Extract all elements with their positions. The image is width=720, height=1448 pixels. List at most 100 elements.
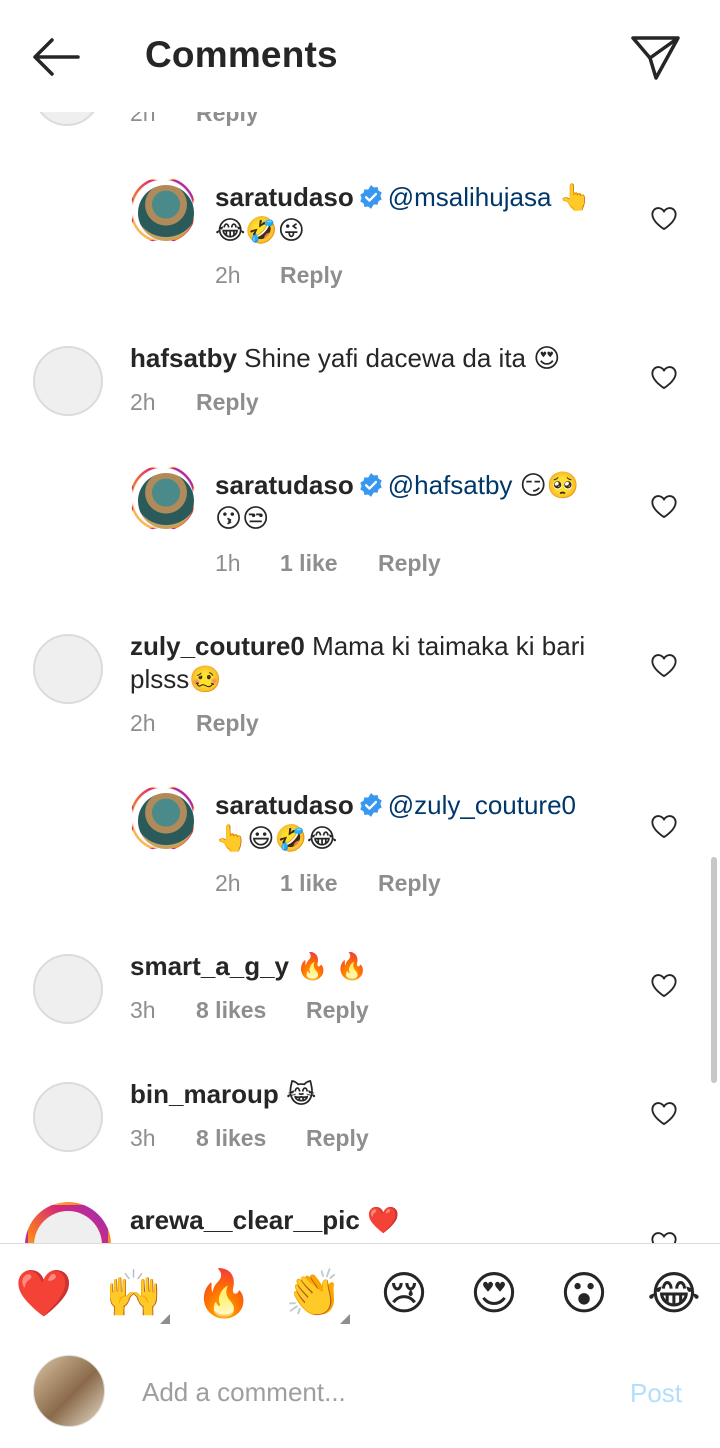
heart-outline-icon[interactable]: [650, 813, 678, 839]
emoji-laughing-button[interactable]: 😂: [644, 1266, 704, 1320]
avatar[interactable]: [33, 346, 103, 416]
comment-text: Shine yafi dacewa da ita 😍: [244, 343, 561, 373]
reply-button[interactable]: Reply: [378, 550, 441, 577]
top-bar: Comments: [0, 0, 720, 112]
comment-time: 2h: [215, 262, 241, 288]
comment-body: smart_a_g_y 🔥 🔥: [130, 950, 630, 983]
likes-count[interactable]: 1 like: [280, 550, 338, 577]
avatar[interactable]: [33, 634, 103, 704]
comment-username[interactable]: saratudaso: [215, 470, 354, 500]
comments-list[interactable]: 2h Reply saratudaso @msalihujasa 👆 😂🤣😜 2h…: [0, 0, 720, 1243]
comment-time: 3h: [130, 997, 156, 1023]
scrollbar[interactable]: [711, 857, 717, 1083]
comment-username[interactable]: hafsatby: [130, 343, 237, 373]
comment-username[interactable]: saratudaso: [215, 182, 354, 212]
mention-link[interactable]: @msalihujasa: [388, 182, 552, 212]
back-arrow-icon[interactable]: [28, 34, 84, 80]
reply-button[interactable]: Reply: [196, 710, 259, 737]
emoji-heart-button[interactable]: ❤️: [14, 1266, 74, 1320]
comment-text: Mama ki taimaka ki bari: [312, 631, 586, 661]
comment-body: saratudaso @hafsatby 😏🥺 😗😒: [215, 469, 625, 535]
comment-text: 😏🥺: [519, 470, 580, 500]
comment-time: 3h: [130, 1125, 156, 1151]
avatar[interactable]: [25, 1202, 111, 1243]
comment-time: 2h: [130, 389, 156, 415]
comment-username[interactable]: bin_maroup: [130, 1079, 279, 1109]
comment-username[interactable]: smart_a_g_y: [130, 951, 289, 981]
comment-composer: Post: [0, 1340, 720, 1448]
comment-body: arewa__clear__pic ❤️: [130, 1204, 630, 1237]
comment-meta: 2h Reply: [130, 389, 530, 419]
comment-username[interactable]: zuly_couture0: [130, 631, 305, 661]
comment-text: 😹: [286, 1079, 317, 1109]
avatar[interactable]: [130, 785, 196, 851]
comment-input[interactable]: [140, 1368, 594, 1416]
comment-text-line2: 😂🤣😜: [215, 215, 305, 245]
comment-time: 2h: [130, 710, 156, 736]
current-user-avatar: [33, 1355, 105, 1427]
likes-count[interactable]: 1 like: [280, 870, 338, 897]
avatar[interactable]: [130, 177, 196, 243]
mention-link[interactable]: @zuly_couture0: [388, 790, 576, 820]
comment-meta: 3h 8 likes Reply: [130, 1125, 530, 1155]
skin-tone-indicator: [160, 1314, 170, 1324]
likes-count[interactable]: 8 likes: [196, 997, 266, 1024]
comment-text-line2: 👆😃🤣😂: [215, 823, 338, 853]
post-button[interactable]: Post: [630, 1378, 682, 1409]
comment-body: zuly_couture0 Mama ki taimaka ki bari pl…: [130, 630, 630, 696]
emoji-heart-eyes-button[interactable]: 😍: [464, 1266, 524, 1320]
avatar[interactable]: [130, 465, 196, 531]
verified-badge-icon: [360, 473, 382, 497]
emoji-surprised-button[interactable]: 😮: [554, 1266, 614, 1320]
verified-badge-icon: [360, 793, 382, 817]
paper-plane-icon[interactable]: [628, 32, 682, 82]
emoji-fire-button[interactable]: 🔥: [194, 1266, 254, 1320]
emoji-raised-hands-button[interactable]: 🙌: [104, 1266, 170, 1324]
comment-text: 🔥 🔥: [296, 951, 369, 981]
heart-outline-icon[interactable]: [650, 493, 678, 519]
page-title: Comments: [145, 34, 338, 75]
heart-outline-icon[interactable]: [650, 1100, 678, 1126]
heart-outline-icon[interactable]: [650, 972, 678, 998]
avatar-image: [34, 1211, 102, 1243]
comment-body: saratudaso @zuly_couture0 👆😃🤣😂: [215, 789, 625, 855]
emoji-glyph: 🙌: [105, 1267, 163, 1319]
comment-time: 2h: [215, 870, 241, 896]
reply-button[interactable]: Reply: [306, 1125, 369, 1152]
comment-time: 1h: [215, 550, 241, 576]
comment-meta: 2h Reply: [130, 710, 530, 740]
reply-button[interactable]: Reply: [280, 262, 343, 289]
comment-username[interactable]: saratudaso: [215, 790, 354, 820]
comment-meta: 1h 1 like Reply: [215, 550, 615, 580]
heart-outline-icon[interactable]: [650, 1230, 678, 1243]
reply-button[interactable]: Reply: [378, 870, 441, 897]
avatar-image: [138, 793, 194, 849]
comment-meta: 2h Reply: [215, 262, 615, 292]
emoji-crying-button[interactable]: 😢: [374, 1266, 434, 1320]
avatar[interactable]: [33, 1082, 103, 1152]
avatar[interactable]: [33, 954, 103, 1024]
verified-badge-icon: [360, 185, 382, 209]
heart-outline-icon[interactable]: [650, 652, 678, 678]
emoji-quick-bar: ❤️ 🙌 🔥 👏 😢 😍 😮 😂: [0, 1243, 720, 1341]
comment-username[interactable]: arewa__clear__pic: [130, 1205, 360, 1235]
emoji-clap-button[interactable]: 👏: [284, 1266, 350, 1324]
comment-text-line2: plsss🥴: [130, 664, 222, 694]
avatar-image: [138, 473, 194, 529]
comment-body: hafsatby Shine yafi dacewa da ita 😍: [130, 342, 630, 375]
comment-text-line2: 😗😒: [215, 503, 270, 533]
reply-button[interactable]: Reply: [306, 997, 369, 1024]
comment-meta: 3h 8 likes Reply: [130, 997, 530, 1027]
skin-tone-indicator: [340, 1314, 350, 1324]
comment-body: bin_maroup 😹: [130, 1078, 630, 1111]
mention-link[interactable]: @hafsatby: [388, 470, 513, 500]
heart-outline-icon[interactable]: [650, 205, 678, 231]
avatar-image: [138, 185, 194, 241]
reply-button[interactable]: Reply: [196, 389, 259, 416]
comment-body: saratudaso @msalihujasa 👆 😂🤣😜: [215, 181, 625, 247]
comment-text: ❤️: [367, 1205, 400, 1235]
heart-outline-icon[interactable]: [650, 364, 678, 390]
comment-text: 👆: [558, 182, 592, 212]
emoji-glyph: 👏: [285, 1267, 343, 1319]
likes-count[interactable]: 8 likes: [196, 1125, 266, 1152]
